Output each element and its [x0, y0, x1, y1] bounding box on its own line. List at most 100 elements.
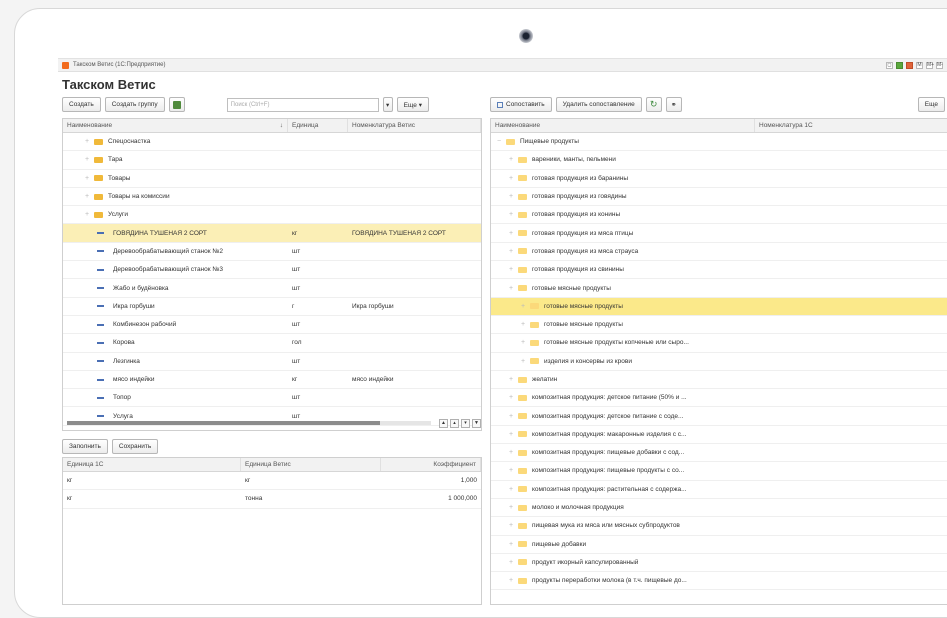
nav-down-icon[interactable]: ▾	[461, 418, 470, 428]
tool-icon-2[interactable]	[896, 61, 903, 69]
expand-icon[interactable]: +	[509, 394, 518, 401]
col-vetis[interactable]: Номенклатура Ветис	[348, 119, 481, 132]
tree-row[interactable]: + готовая продукция из мяса птицы	[491, 224, 947, 243]
tree-row[interactable]: + готовая продукция из говядины	[491, 188, 947, 207]
expand-icon[interactable]: +	[509, 486, 518, 493]
tree-row[interactable]: + композитная продукция: детское питание …	[491, 407, 947, 426]
nav-first-icon[interactable]: ▲	[439, 418, 448, 428]
expand-icon[interactable]: +	[85, 193, 94, 200]
expand-icon[interactable]: +	[509, 522, 518, 529]
tree-row[interactable]: + готовая продукция из конины	[491, 206, 947, 225]
tree-row[interactable]: + композитная продукция: пищевые добавки …	[491, 444, 947, 463]
expand-icon[interactable]: +	[509, 559, 518, 566]
tree-row[interactable]: + композитная продукция: растительная с с…	[491, 481, 947, 499]
col-unit[interactable]: Единица	[288, 119, 348, 132]
tree-row[interactable]: + желатин	[491, 371, 947, 390]
scroll-track[interactable]	[67, 421, 431, 425]
expand-icon[interactable]: +	[85, 175, 94, 182]
expand-icon[interactable]: +	[509, 413, 518, 420]
col-vetis-name[interactable]: Наименование	[491, 119, 755, 132]
expand-icon[interactable]: +	[509, 431, 518, 438]
table-row[interactable]: Лезгинка шт	[63, 353, 481, 371]
expand-icon[interactable]: +	[521, 339, 530, 346]
tree-row[interactable]: + молоко и молочная продукция	[491, 499, 947, 518]
tree-row[interactable]: + изделия и консервы из крови	[491, 353, 947, 371]
expand-icon[interactable]: −	[497, 138, 506, 145]
tree-row[interactable]: + готовые мясные продукты	[491, 297, 947, 316]
table-row[interactable]: Топор шт	[63, 389, 481, 408]
search-dropdown-icon[interactable]: ▾	[382, 97, 393, 112]
tree-row[interactable]: + пищевые добавки	[491, 536, 947, 554]
tree-row[interactable]: + продукты переработки молока (в т.ч. пищ…	[491, 572, 947, 591]
expand-icon[interactable]: +	[509, 376, 518, 383]
tree-row[interactable]: + пищевая мука из мяса или мясных субпрод…	[491, 517, 947, 536]
tree-row[interactable]: + готовые мясные продукты	[491, 279, 947, 298]
expand-icon[interactable]: +	[509, 541, 518, 548]
col-unit-vetis[interactable]: Единица Ветис	[241, 458, 381, 471]
col-coef[interactable]: Коэффициент	[381, 458, 481, 471]
table-row[interactable]: + Услуги	[63, 206, 481, 225]
scroll-thumb[interactable]	[67, 421, 381, 425]
table-row[interactable]: + Товары	[63, 170, 481, 188]
tree-row[interactable]: + композитная продукция: макаронные издел…	[491, 426, 947, 445]
delete-compare-button[interactable]: Удалить сопоставление	[555, 97, 642, 112]
expand-icon[interactable]: +	[509, 266, 518, 273]
table-row[interactable]: ГОВЯДИНА ТУШЕНАЯ 2 СОРТ кг ГОВЯДИНА ТУШЕНА…	[63, 224, 481, 243]
save-button[interactable]: Сохранить	[111, 439, 159, 454]
tree-row[interactable]: + композитная продукция: детское питание …	[491, 389, 947, 408]
nav-last-icon[interactable]: ▼	[472, 418, 481, 428]
expand-icon[interactable]: +	[85, 138, 94, 145]
create-button[interactable]: Создать	[62, 97, 101, 112]
compare-button[interactable]: Сопоставить	[490, 97, 552, 112]
tree-row[interactable]: + готовая продукция из свинины	[491, 261, 947, 280]
expand-icon[interactable]: +	[85, 211, 94, 218]
expand-icon[interactable]: +	[509, 449, 518, 456]
refresh-icon[interactable]: ↻	[645, 97, 662, 112]
fill-button[interactable]: Заполнить	[62, 439, 108, 454]
tree-row[interactable]: + вареники, манты, пельмени	[491, 151, 947, 170]
units-row[interactable]: кг кг 1,000	[63, 472, 481, 491]
col-nomenclature-1c[interactable]: Номенклатура 1С	[755, 119, 947, 132]
tool-icon-3[interactable]	[906, 61, 913, 69]
table-row[interactable]: Деревообрабатывающий станок №2 шт	[63, 243, 481, 262]
horizontal-scrollbar[interactable]: ▲ ▴ ▾ ▼	[63, 418, 481, 428]
tree-row[interactable]: + готовая продукция из мяса страуса	[491, 243, 947, 262]
expand-icon[interactable]: +	[509, 175, 518, 182]
expand-icon[interactable]: +	[521, 358, 530, 365]
search-input[interactable]: Поиск (Ctrl+F)	[226, 97, 379, 112]
left-more-button[interactable]: Еще ▾	[396, 97, 429, 112]
expand-icon[interactable]: +	[509, 467, 518, 474]
tree-row[interactable]: + готовые мясные продукты копченые или сы…	[491, 334, 947, 353]
table-row[interactable]: Икра горбуши г Икра горбуши	[63, 298, 481, 316]
table-row[interactable]: Жабо и будёновка шт	[63, 279, 481, 298]
tool-m[interactable]: M	[916, 61, 923, 69]
table-row[interactable]: + Тара	[63, 151, 481, 170]
create-group-button[interactable]: Создать группу	[104, 97, 165, 112]
tree-row[interactable]: + продукт икорный капсулированный	[491, 554, 947, 573]
expand-icon[interactable]: +	[521, 321, 530, 328]
expand-icon[interactable]: +	[509, 211, 518, 218]
nav-up-icon[interactable]: ▴	[450, 418, 459, 428]
table-row[interactable]: + Спецоснастка	[63, 133, 481, 152]
expand-icon[interactable]: +	[509, 577, 518, 584]
tool-icon-1[interactable]: ◻	[886, 61, 893, 69]
link-icon[interactable]: ⚭	[665, 97, 682, 112]
expand-icon[interactable]: +	[509, 285, 518, 292]
col-name[interactable]: Наименование ↓	[63, 119, 288, 132]
tool-mplus[interactable]: M+	[926, 61, 934, 69]
expand-icon[interactable]: +	[509, 193, 518, 200]
expand-icon[interactable]: +	[509, 504, 518, 511]
table-row[interactable]: мясо индейки кг мясо индейки	[63, 371, 481, 390]
tree-row[interactable]: + готовая продукция из баранины	[491, 170, 947, 188]
expand-icon[interactable]: +	[521, 303, 530, 310]
expand-icon[interactable]: +	[509, 248, 518, 255]
right-more-button[interactable]: Еще	[917, 97, 945, 112]
expand-icon[interactable]: +	[509, 156, 518, 163]
table-row[interactable]: Комбинезон рабочий шт	[63, 316, 481, 335]
tool-mminus[interactable]: M-	[936, 61, 943, 69]
table-row[interactable]: Корова гол	[63, 334, 481, 353]
excel-icon[interactable]	[168, 97, 185, 112]
tree-row[interactable]: − Пищевые продукты	[491, 133, 947, 152]
tree-row[interactable]: + композитная продукция: пищевые продукты…	[491, 462, 947, 481]
units-row[interactable]: кг тонна 1 000,000	[63, 490, 481, 509]
